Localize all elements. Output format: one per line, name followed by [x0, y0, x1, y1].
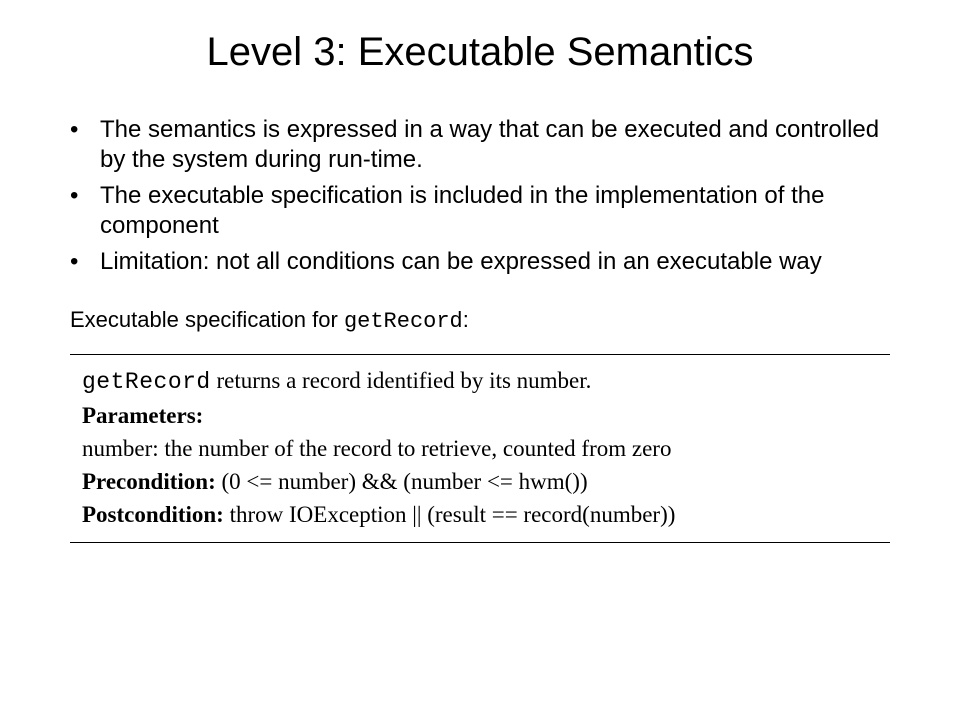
param-line: number: the number of the record to retr…	[82, 433, 878, 464]
post-label: Postcondition:	[82, 502, 224, 527]
spec-intro: Executable specification for getRecord:	[70, 307, 910, 334]
spec-desc: getRecord returns a record identified by…	[82, 365, 878, 398]
spec-box: getRecord returns a record identified by…	[70, 354, 890, 543]
slide-title: Level 3: Executable Semantics	[50, 30, 910, 75]
precondition: Precondition: (0 <= number) && (number <…	[82, 466, 878, 497]
intro-prefix: Executable specification for	[70, 307, 344, 332]
params-label: Parameters:	[82, 400, 878, 431]
spec-fn-desc: returns a record identified by its numbe…	[211, 368, 592, 393]
intro-suffix: :	[463, 307, 469, 332]
bullet-item: The executable specification is included…	[70, 181, 910, 241]
intro-code: getRecord	[344, 309, 463, 334]
pre-expr: (0 <= number) && (number <= hwm())	[216, 469, 588, 494]
post-expr: throw IOException || (result == record(n…	[224, 502, 676, 527]
bullet-list: The semantics is expressed in a way that…	[70, 115, 910, 277]
spec-fn: getRecord	[82, 369, 211, 395]
postcondition: Postcondition: throw IOException || (res…	[82, 499, 878, 530]
pre-label: Precondition:	[82, 469, 216, 494]
bullet-item: Limitation: not all conditions can be ex…	[70, 247, 910, 277]
bullet-item: The semantics is expressed in a way that…	[70, 115, 910, 175]
